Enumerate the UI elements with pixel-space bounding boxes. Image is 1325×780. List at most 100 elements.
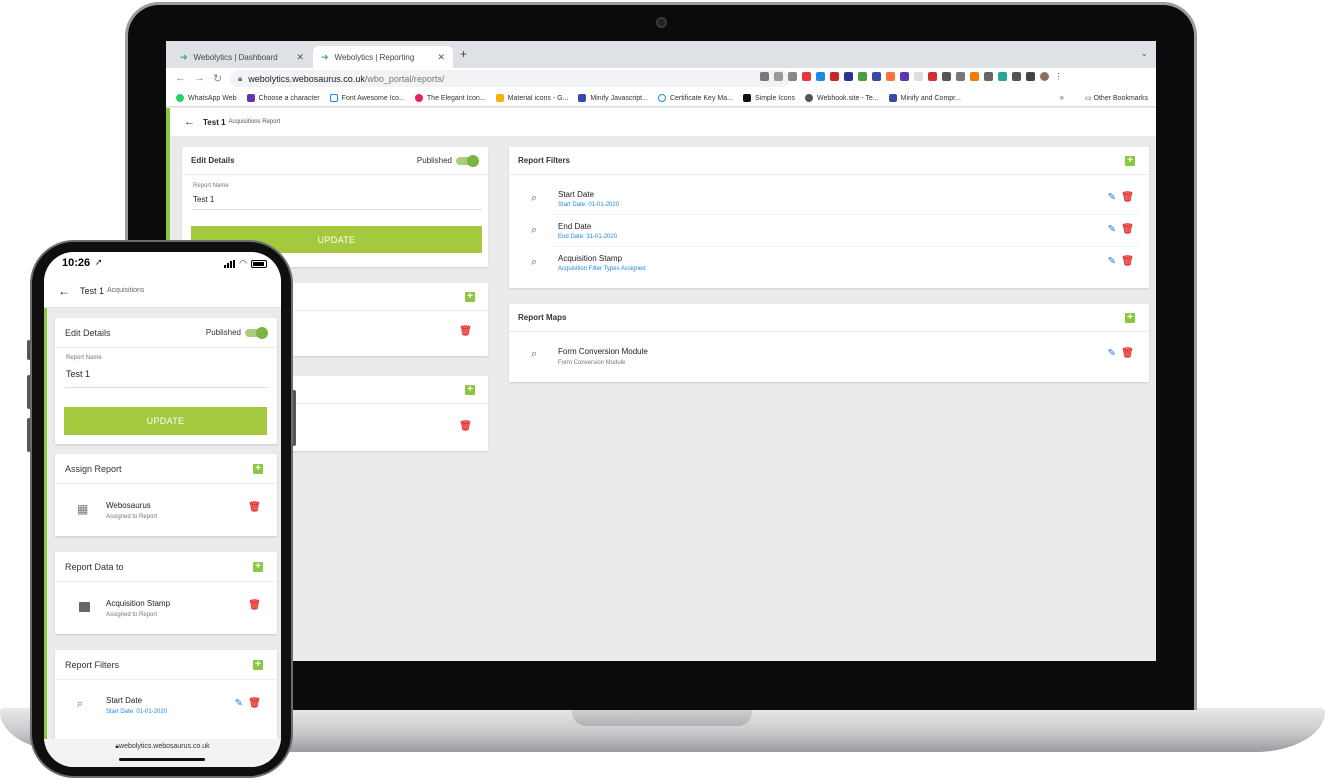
close-tab-icon[interactable]: ✕ [437,52,445,63]
back-arrow-icon[interactable]: ← [175,72,186,84]
star-icon[interactable] [774,72,783,81]
sidebar-icon[interactable] [1026,72,1035,81]
page-title: Test 1 [80,285,105,296]
magnifier-icon: ⌕ [531,256,538,268]
bookmark-favicon-icon [578,94,587,102]
bookmark-favicon-icon [495,94,504,102]
new-tab-icon[interactable]: + [460,47,467,61]
pencil-icon[interactable]: ✎ [235,698,243,709]
card-header: Edit Details Published [55,318,277,348]
home-indicator[interactable] [119,758,205,761]
browser-toolbar: ← → ↻ 🔒︎ webolytics.webosaurus.co.uk/wbo… [166,68,1156,90]
trash-icon[interactable]: 🗑︎ [248,698,261,709]
report-maps-card: Report Maps + ⌕ Form Conversion Module F… [509,304,1149,382]
tab-reporting[interactable]: ➜ Webolytics | Reporting ✕ [313,46,453,68]
reload-icon[interactable]: ↻ [213,72,222,85]
puzzle-icon[interactable] [1012,72,1021,81]
extension-icon[interactable] [802,72,811,81]
address-bar[interactable]: 🔒︎ webolytics.webosaurus.co.uk/wbo_porta… [230,70,790,87]
report-name-input[interactable]: Test 1 [66,369,90,379]
extension-icon[interactable] [788,72,797,81]
extension-icon[interactable] [816,72,825,81]
page-subtitle: Acquisitions [107,287,145,294]
extension-icon[interactable] [872,72,881,81]
report-name-label: Report Name [193,183,229,189]
location-arrow-icon: ➚ [95,257,103,267]
bookmark-item[interactable]: Webhook.site - Te... [805,94,879,102]
extension-icon[interactable] [844,72,853,81]
bookmark-item[interactable]: Simple Icons [742,94,795,102]
bookmark-item[interactable]: Material icons - G... [495,94,568,102]
bookmark-item[interactable]: WhatsApp Web [176,94,237,102]
extension-icon[interactable] [942,72,951,81]
trash-icon[interactable]: 🗑︎ [248,600,261,611]
extension-icon[interactable] [914,72,923,81]
archive-icon [79,602,90,612]
pencil-icon[interactable]: ✎ [1108,192,1116,203]
share-icon[interactable] [760,72,769,81]
extension-icon[interactable] [886,72,895,81]
published-toggle[interactable] [456,155,479,167]
more-menu-icon[interactable]: ⋮ [1054,72,1063,81]
extension-icon[interactable] [928,72,937,81]
published-toggle[interactable] [245,327,268,339]
close-tab-icon[interactable]: ✕ [296,52,304,63]
assigned-title: Acquisition Stamp [106,599,171,608]
bookmark-favicon-icon [414,94,423,102]
report-name-input[interactable]: Test 1 [193,195,214,204]
trash-icon[interactable]: 🗑︎ [1121,256,1134,267]
trash-icon[interactable]: 🗑︎ [459,421,472,432]
pencil-icon[interactable]: ✎ [1108,348,1116,359]
flag-icon [329,94,338,102]
plus-square-icon[interactable]: + [253,660,263,670]
extension-icon[interactable] [998,72,1007,81]
trash-icon[interactable]: 🗑︎ [248,502,261,513]
bookmark-label: Certificate Key Ma... [669,94,733,102]
trash-icon[interactable]: 🗑︎ [1121,192,1134,203]
filter-title: Acquisition Stamp [558,254,623,263]
phone-status-bar: 10:26 ➚ ◠ [44,252,281,274]
tab-dashboard[interactable]: ➜ Webolytics | Dashboard ✕ [172,46,312,68]
trash-icon[interactable]: 🗑︎ [1121,224,1134,235]
bookmark-item[interactable]: Minify and Compr... [888,94,961,102]
card-header: Report Filters + [55,650,277,680]
bookmark-item[interactable]: Choose a character [246,94,320,102]
bookmark-item[interactable]: Minify Javascript... [578,94,648,102]
card-title: Report Filters [518,156,571,165]
bookmark-item[interactable]: The Elegant Icon... [414,94,486,102]
card-title: Report Maps [518,313,567,322]
plus-square-icon[interactable]: + [465,292,475,302]
extension-icon[interactable] [900,72,909,81]
forward-arrow-icon[interactable]: → [194,72,205,84]
plus-square-icon[interactable]: + [1125,156,1135,166]
extension-icon[interactable] [970,72,979,81]
other-bookmarks[interactable]: ▭ Other Bookmarks [1085,94,1148,102]
bookmark-item[interactable]: Certificate Key Ma... [657,94,733,102]
map-title: Form Conversion Module [558,347,648,356]
pencil-icon[interactable]: ✎ [1108,224,1116,235]
trash-icon[interactable]: 🗑︎ [459,326,472,337]
assigned-subtitle: Assigned to Report [106,514,158,520]
bookmark-favicon-icon [888,94,897,102]
plus-square-icon[interactable]: + [1125,313,1135,323]
trash-icon[interactable]: 🗑︎ [1121,348,1134,359]
plus-square-icon[interactable]: + [253,562,263,572]
extension-icon[interactable] [830,72,839,81]
arrow-left-icon[interactable]: ← [58,284,70,298]
pencil-icon[interactable]: ✎ [1108,256,1116,267]
extension-icon[interactable] [858,72,867,81]
folder-icon: ▭ [1084,95,1094,102]
plus-square-icon[interactable]: + [253,464,263,474]
plus-square-icon[interactable]: + [465,385,475,395]
bookmark-item[interactable]: Font Awesome Ico... [329,94,405,102]
avatar[interactable] [1040,72,1049,81]
arrow-left-icon[interactable]: ← [184,116,195,128]
chevron-down-icon[interactable]: ⌄ [1140,48,1148,59]
report-filters-card: Report Filters + ⌕ Start Date Start Date… [509,147,1149,288]
chevron-right-icon[interactable]: » [1060,93,1064,102]
phone-address-bar[interactable]: 🔒︎webolytics.webosaurus.co.uk [44,739,281,767]
building-icon: ▦ [77,502,89,516]
extension-icon[interactable] [984,72,993,81]
update-button[interactable]: UPDATE [64,407,267,435]
extension-icon[interactable] [956,72,965,81]
